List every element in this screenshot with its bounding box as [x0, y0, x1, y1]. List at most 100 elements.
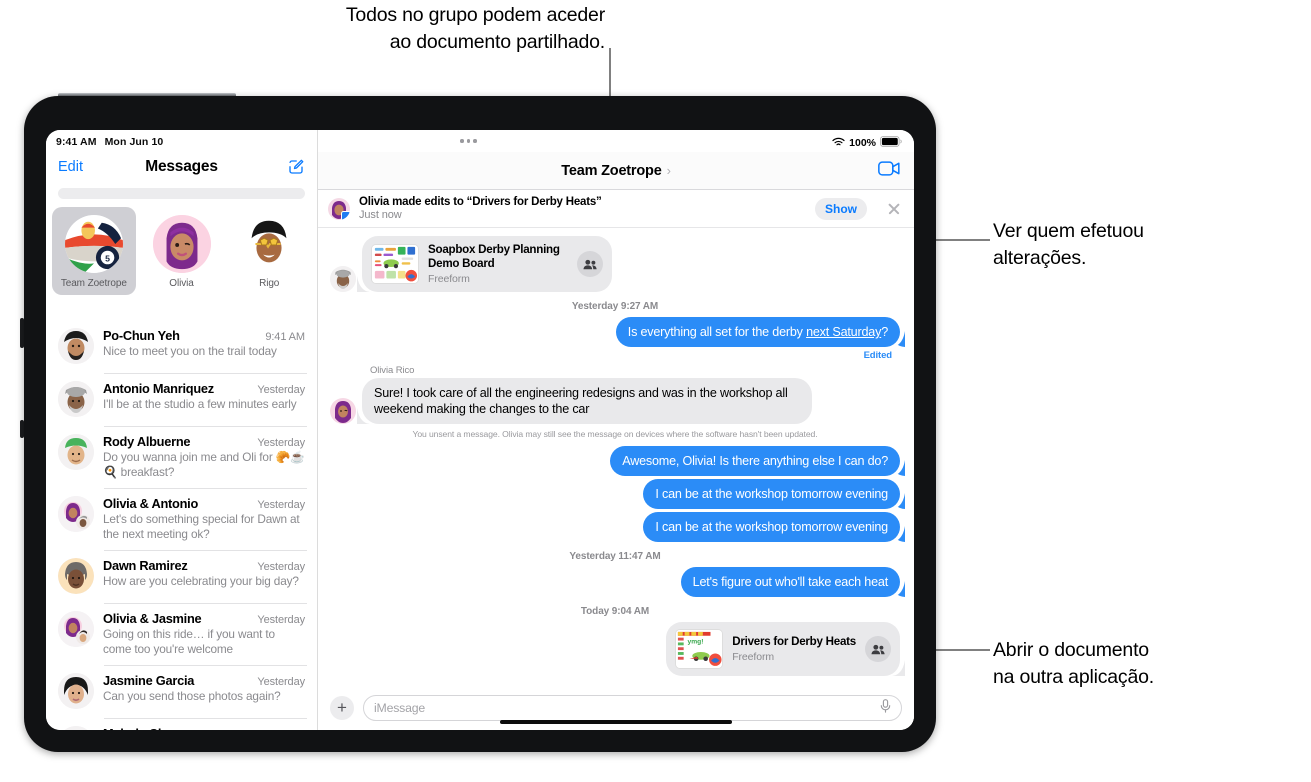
- list-item[interactable]: Melody Cheung Yesterday Thanks!: [46, 718, 317, 730]
- conversation-preview: Can you send those photos again?: [103, 689, 281, 703]
- callout-right-2-text: Abrir o documento na outra aplicação.: [993, 637, 1293, 691]
- conversation-name: Melody Cheung: [103, 726, 195, 730]
- search-input[interactable]: [58, 188, 305, 199]
- status-indicators: 100%: [832, 136, 902, 150]
- conversation-name: Jasmine Garcia: [103, 673, 195, 688]
- freeform-thumbnail: ymg!: [675, 629, 724, 669]
- message-row-out: Awesome, Olivia! Is there anything else …: [330, 446, 900, 476]
- conversation-time: Yesterday: [257, 561, 305, 573]
- chevron-right-icon: ›: [666, 163, 671, 178]
- message-row-attachment-in: Soapbox Derby Planning Demo Board Freefo…: [330, 236, 900, 292]
- attachment-title: Soapbox Derby Planning Demo Board: [428, 243, 560, 270]
- avatar: [58, 673, 94, 709]
- imessage-input[interactable]: iMessage: [363, 695, 902, 721]
- pinned-item-rigo[interactable]: Rigo: [227, 207, 311, 295]
- chat-title: Team Zoetrope: [561, 162, 662, 179]
- avatar: [58, 434, 94, 470]
- timestamp: Today 9:04 AM: [580, 606, 650, 617]
- attachment-card-drivers[interactable]: ymg! Drivers for Derby Heats Freeform: [666, 622, 900, 676]
- list-item[interactable]: Olivia & Antonio Yesterday Let's do some…: [46, 488, 317, 550]
- ipad-screen: 9:41 AM Mon Jun 10 Edit Messages 5 Team …: [46, 130, 914, 730]
- callout-top-line2: ao documento partilhado.: [389, 31, 605, 53]
- message-bubble[interactable]: I can be at the workshop tomorrow evenin…: [643, 479, 900, 509]
- home-indicator[interactable]: [500, 720, 732, 724]
- pinned-item-olivia[interactable]: Olivia: [140, 207, 224, 295]
- compose-icon[interactable]: [287, 158, 305, 176]
- list-item[interactable]: Po-Chun Yeh 9:41 AM Nice to meet you on …: [46, 320, 317, 373]
- list-item-body: Antonio Manriquez Yesterday I'll be at t…: [103, 381, 305, 417]
- wifi-icon: [832, 137, 845, 150]
- callout-right-2-line1: Abrir o documento: [993, 639, 1149, 661]
- conversation-name: Olivia & Antonio: [103, 496, 199, 511]
- pinned-item-team-zoetrope[interactable]: 5 Team Zoetrope: [52, 207, 136, 295]
- sidebar-title: Messages: [145, 158, 218, 175]
- chat-title-button[interactable]: Team Zoetrope ›: [318, 163, 914, 179]
- message-bubble[interactable]: Awesome, Olivia! Is there anything else …: [610, 446, 900, 476]
- avatar: [58, 558, 94, 594]
- conversation-time: Yesterday: [257, 499, 305, 511]
- multitasking-dots-icon[interactable]: [460, 139, 477, 143]
- conversation-name: Rody Albuerne: [103, 434, 191, 449]
- attachment-meta: Soapbox Derby Planning Demo Board Freefo…: [428, 243, 568, 285]
- conversation-preview: I'll be at the studio a few minutes earl…: [103, 397, 297, 411]
- conversation-preview: Do you wanna join me and Oli for 🥐☕️🍳 br…: [103, 450, 305, 479]
- edit-banner-title: Olivia made edits to “Drivers for Derby …: [359, 196, 602, 208]
- conversation-preview: Nice to meet you on the trail today: [103, 344, 277, 358]
- chat-nav-bar: Team Zoetrope ›: [318, 152, 914, 190]
- avatar: [58, 381, 94, 417]
- message-bubble[interactable]: Let's figure out who'll take each heat: [680, 567, 900, 597]
- conversation-list[interactable]: Po-Chun Yeh 9:41 AM Nice to meet you on …: [46, 320, 317, 730]
- people-icon[interactable]: [865, 636, 891, 662]
- message-row-out: Is everything all set for the derby next…: [330, 317, 900, 347]
- chat-status-bar: 100%: [318, 130, 914, 152]
- message-link[interactable]: next Saturday: [806, 325, 881, 339]
- message-row-attachment-out: ymg! Drivers for Derby Heats Freeform: [330, 622, 900, 676]
- conversation-time: Yesterday: [257, 614, 305, 626]
- attachment-card-soapbox[interactable]: Soapbox Derby Planning Demo Board Freefo…: [362, 236, 612, 292]
- screenshot-root: Todos no grupo podem aceder ao documento…: [0, 0, 1311, 782]
- unsent-message-note: You unsent a message. Olivia may still s…: [412, 429, 818, 439]
- conversation-time: Yesterday: [257, 437, 305, 449]
- list-item[interactable]: Rody Albuerne Yesterday Do you wanna joi…: [46, 426, 317, 488]
- list-item-body: Olivia & Antonio Yesterday Let's do some…: [103, 496, 305, 541]
- message-row-in: Sure! I took care of all the engineering…: [330, 378, 900, 424]
- people-icon[interactable]: [577, 251, 603, 277]
- list-item[interactable]: Olivia & Jasmine Yesterday Going on this…: [46, 603, 317, 665]
- callout-right-1-text: Ver quem efetuou alterações.: [993, 218, 1293, 272]
- sidebar-status-bar: 9:41 AM Mon Jun 10: [46, 130, 317, 150]
- avatar-rigo: [240, 215, 299, 273]
- show-button[interactable]: Show: [815, 197, 867, 220]
- pinned-label: Rigo: [259, 278, 280, 289]
- close-icon[interactable]: [886, 201, 902, 217]
- callout-right-1-line1: Ver quem efetuou: [993, 220, 1144, 242]
- imessage-placeholder: iMessage: [374, 701, 426, 715]
- list-item[interactable]: Antonio Manriquez Yesterday I'll be at t…: [46, 373, 317, 426]
- avatar-group: [58, 611, 94, 647]
- callout-top-line1: Todos no grupo podem aceder: [345, 4, 605, 26]
- callout-right-1-line2: alterações.: [993, 247, 1087, 269]
- message-thread[interactable]: Soapbox Derby Planning Demo Board Freefo…: [318, 228, 914, 686]
- message-bubble[interactable]: I can be at the workshop tomorrow evenin…: [643, 512, 900, 542]
- list-item-body: Jasmine Garcia Yesterday Can you send th…: [103, 673, 305, 709]
- avatar-olivia-small: [328, 197, 350, 220]
- message-bubble[interactable]: Sure! I took care of all the engineering…: [362, 378, 812, 424]
- svg-text:ymg!: ymg!: [688, 638, 704, 645]
- list-item[interactable]: Jasmine Garcia Yesterday Can you send th…: [46, 665, 317, 718]
- message-text-before: Is everything all set for the derby: [627, 325, 807, 339]
- message-row-out: Let's figure out who'll take each heat: [330, 567, 900, 597]
- facetime-video-icon[interactable]: [878, 160, 900, 181]
- conversation-time: Yesterday: [257, 729, 305, 730]
- conversation-preview: Let's do something special for Dawn at t…: [103, 512, 300, 541]
- conversation-name: Antonio Manriquez: [103, 381, 214, 396]
- plus-icon[interactable]: [330, 696, 354, 720]
- conversation-time: Yesterday: [257, 384, 305, 396]
- message-bubble[interactable]: Is everything all set for the derby next…: [615, 317, 900, 347]
- microphone-icon[interactable]: [880, 698, 891, 718]
- message-row-out: I can be at the workshop tomorrow evenin…: [330, 479, 900, 509]
- avatar-antonio: [330, 266, 356, 292]
- freeform-thumbnail: [371, 244, 419, 284]
- sender-name: Olivia Rico: [370, 365, 415, 376]
- list-item-body: Rody Albuerne Yesterday Do you wanna joi…: [103, 434, 305, 479]
- list-item[interactable]: Dawn Ramirez Yesterday How are you celeb…: [46, 550, 317, 603]
- pinned-label: Team Zoetrope: [60, 278, 127, 289]
